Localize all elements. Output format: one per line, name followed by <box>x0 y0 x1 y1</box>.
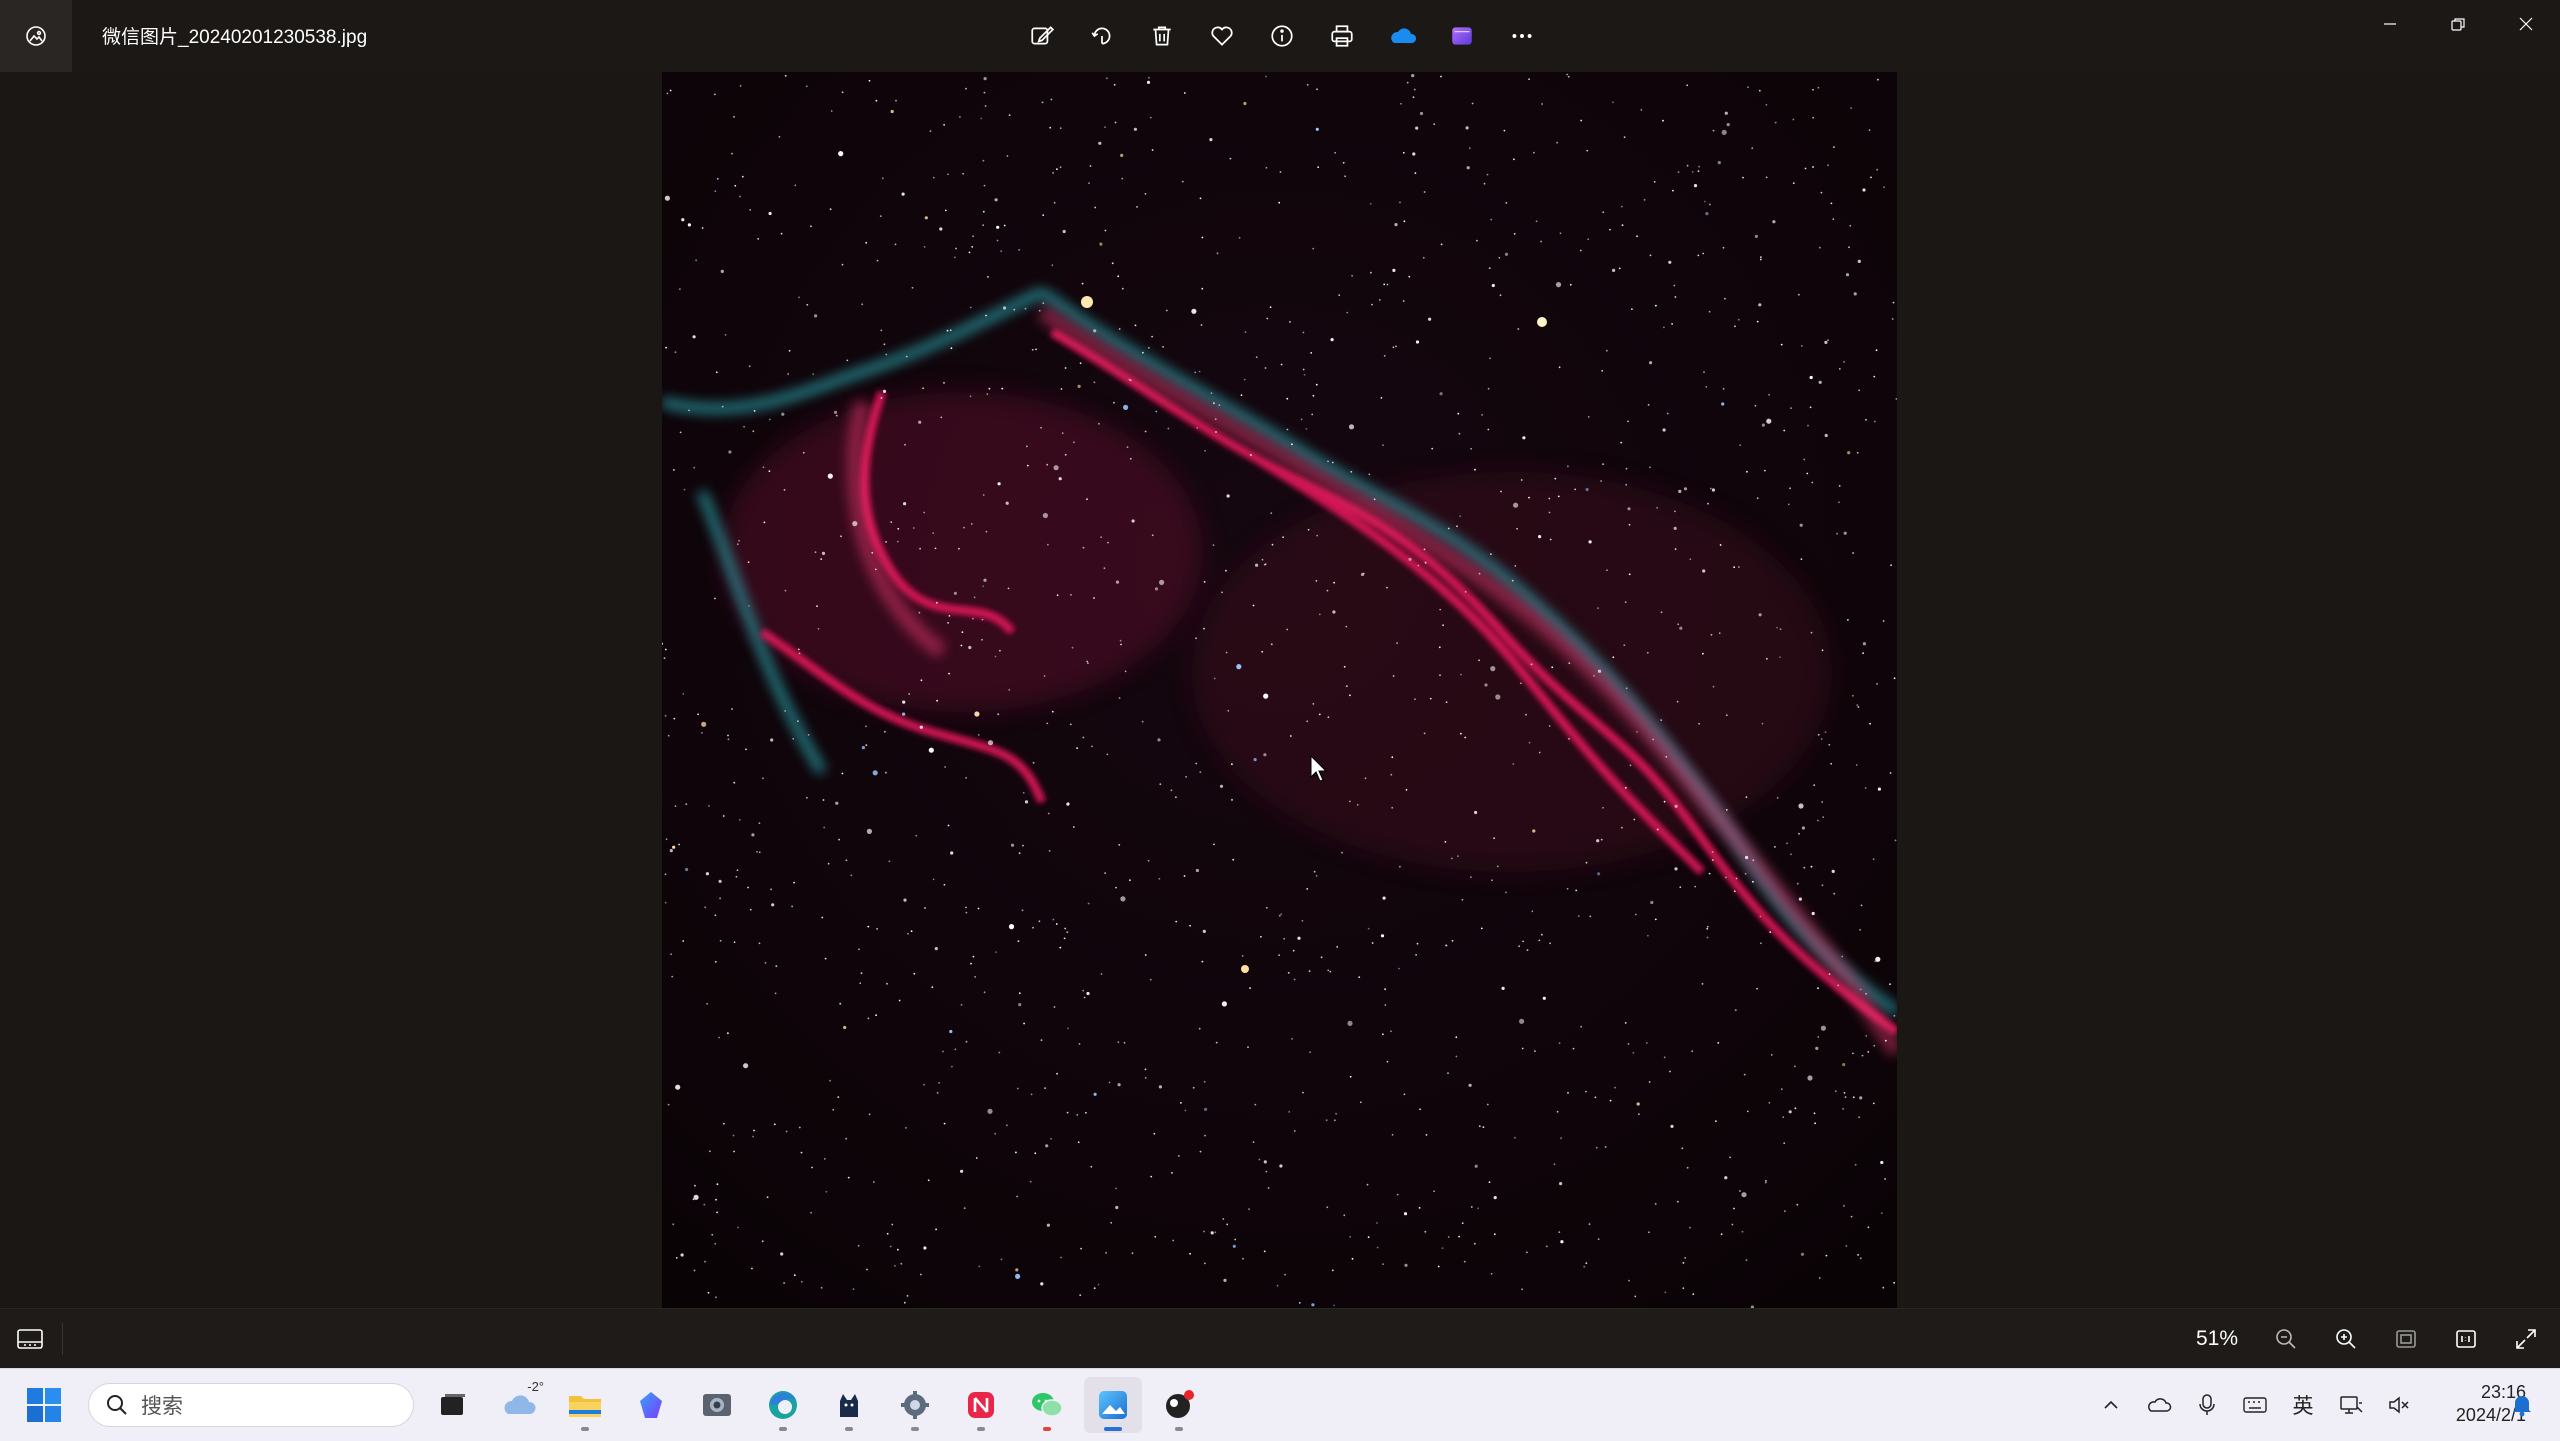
title-bar: 微信图片_20240201230538.jpg <box>0 0 2560 72</box>
onedrive-cloud-icon <box>1391 28 1417 43</box>
notification-button[interactable] <box>2504 1387 2540 1423</box>
delete-icon <box>1153 26 1171 46</box>
clipchamp-icon <box>1452 27 1472 45</box>
search-icon <box>107 1395 127 1415</box>
nebula-photo <box>662 72 1897 1308</box>
rotate-button[interactable] <box>1078 12 1126 60</box>
fit-to-window-icon <box>2396 1330 2416 1348</box>
file-info-icon <box>1271 25 1293 47</box>
file-title: 微信图片_20240201230538.jpg <box>102 27 368 48</box>
cat-app[interactable] <box>820 1377 878 1433</box>
taskbar: 搜索 -2° 英 23:16 2024/2/1 <box>0 1368 2560 1441</box>
photos-app-icon[interactable] <box>0 0 72 72</box>
weather-widget[interactable]: -2° <box>490 1377 548 1433</box>
delete-button[interactable] <box>1138 12 1186 60</box>
keyboard-tray-button[interactable] <box>2234 1384 2276 1426</box>
copilot-icon <box>640 1392 662 1418</box>
clipchamp-button[interactable] <box>1438 12 1486 60</box>
edge-app[interactable] <box>754 1377 812 1433</box>
taskbar-apps: -2° <box>424 1377 1208 1433</box>
edit-image-button[interactable] <box>1018 12 1066 60</box>
actual-size-icon <box>2456 1330 2476 1348</box>
favorite-button[interactable] <box>1198 12 1246 60</box>
task-view-icon <box>441 1394 465 1415</box>
print-icon <box>1331 25 1353 47</box>
actual-size-button[interactable] <box>2442 1319 2490 1359</box>
camera-app[interactable] <box>688 1377 746 1433</box>
divider <box>62 1323 63 1355</box>
microphone-icon <box>2199 1394 2215 1415</box>
zoom-out-button[interactable] <box>2262 1319 2310 1359</box>
chevron-up-icon <box>2104 1400 2118 1409</box>
red-app[interactable] <box>952 1377 1010 1433</box>
microphone-tray-button[interactable] <box>2186 1384 2228 1426</box>
image-canvas[interactable] <box>0 72 2560 1308</box>
zoom-in-button[interactable] <box>2322 1319 2370 1359</box>
weather-cloud-icon <box>504 1395 536 1414</box>
restore-button[interactable] <box>2424 0 2492 48</box>
image-toolbar <box>1018 12 1546 60</box>
photos-app[interactable] <box>1084 1377 1142 1433</box>
windows-logo-icon <box>27 1388 61 1422</box>
photos-icon <box>1099 1391 1127 1419</box>
edge-browser-icon <box>769 1391 797 1419</box>
window-controls <box>2356 0 2560 48</box>
search-placeholder: 搜索 <box>141 1395 183 1418</box>
settings-app[interactable] <box>886 1377 944 1433</box>
more-options-icon <box>1512 34 1532 38</box>
file-explorer-app[interactable] <box>556 1377 614 1433</box>
gear-icon <box>901 1391 929 1419</box>
fullscreen-button[interactable] <box>2502 1319 2550 1359</box>
system-tray: 英 <box>2090 1383 2420 1427</box>
close-icon <box>2519 17 2533 31</box>
onedrive-tray-icon <box>2148 1398 2172 1412</box>
task-view-button[interactable] <box>424 1377 482 1433</box>
onedrive-button[interactable] <box>1378 12 1426 60</box>
wechat-app[interactable] <box>1018 1377 1076 1433</box>
folder-icon <box>569 1396 601 1417</box>
mouse-cursor-icon <box>1310 755 1328 782</box>
file-info-button[interactable] <box>1258 12 1306 60</box>
zoom-out-icon <box>2276 1329 2296 1349</box>
zoom-controls <box>2262 1319 2550 1359</box>
weather-temp: -2° <box>527 1379 544 1394</box>
wechat-icon <box>1032 1393 1063 1417</box>
record-app[interactable] <box>1150 1377 1208 1433</box>
fullscreen-icon <box>2516 1329 2536 1349</box>
notification-bell-icon <box>2513 1396 2531 1417</box>
print-button[interactable] <box>1318 12 1366 60</box>
favorite-heart-icon <box>1211 26 1233 46</box>
network-icon <box>2340 1396 2363 1414</box>
zoom-level[interactable]: 51% <box>2196 1327 2238 1351</box>
rotate-icon <box>1091 27 1111 45</box>
filmstrip-toggle-button[interactable] <box>14 1325 46 1353</box>
taskbar-search[interactable]: 搜索 <box>88 1383 414 1427</box>
onedrive-tray-button[interactable] <box>2138 1384 2180 1426</box>
veil-nebula-image <box>662 72 1897 1308</box>
edit-image-icon <box>1031 26 1055 45</box>
minimize-icon <box>2384 23 2396 25</box>
restore-icon <box>2451 18 2465 31</box>
cat-app-icon <box>840 1394 858 1417</box>
volume-muted-icon <box>2389 1396 2409 1414</box>
status-bar: 51% <box>0 1308 2560 1369</box>
keyboard-icon <box>2243 1397 2267 1413</box>
filmstrip-icon <box>17 1329 43 1349</box>
camera-app-icon <box>703 1394 731 1416</box>
close-button[interactable] <box>2492 0 2560 48</box>
copilot-app[interactable] <box>622 1377 680 1433</box>
zoom-in-icon <box>2336 1329 2356 1349</box>
network-tray-button[interactable] <box>2330 1384 2372 1426</box>
show-hidden-icons-button[interactable] <box>2090 1384 2132 1426</box>
fit-to-window-button[interactable] <box>2382 1319 2430 1359</box>
more-options-button[interactable] <box>1498 12 1546 60</box>
red-app-icon <box>968 1392 994 1418</box>
record-app-icon <box>1166 1390 1194 1418</box>
minimize-button[interactable] <box>2356 0 2424 48</box>
start-button[interactable] <box>24 1385 64 1425</box>
language-indicator[interactable]: 英 <box>2282 1384 2324 1426</box>
